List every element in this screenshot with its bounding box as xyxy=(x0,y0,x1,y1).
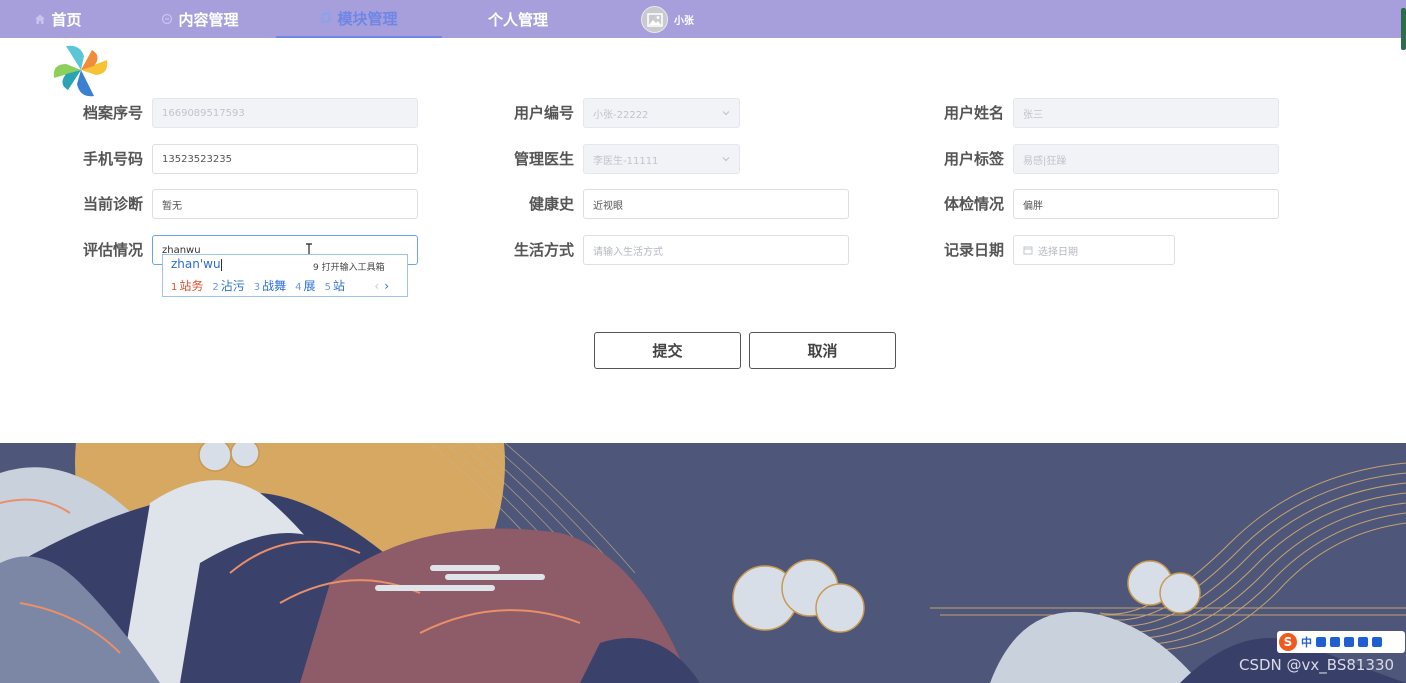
top-nav: 首页 内容管理 模块管理 个人管理 小张 xyxy=(0,0,1406,38)
nav-personal[interactable]: 个人管理 xyxy=(470,0,566,38)
module-icon xyxy=(320,12,332,24)
nav-content[interactable]: 内容管理 xyxy=(140,0,260,38)
physical-exam-input[interactable]: 偏胖 xyxy=(1013,189,1279,219)
ime-mode[interactable]: 中 xyxy=(1301,634,1312,650)
ime-candidate[interactable]: 5站 xyxy=(325,277,345,294)
label-diagnosis: 当前诊断 xyxy=(82,195,143,213)
scrollbar-thumb[interactable] xyxy=(1401,8,1406,50)
lifestyle-placeholder: 请输入生活方式 xyxy=(593,246,663,258)
ime-candidate-popup: zhan'wu 9 打开输入工具箱 1 站务 2 沾污 3 战舞 4展 5站 ‹ › xyxy=(162,254,408,297)
doctor-value: 李医生-11111 xyxy=(593,155,659,167)
record-date-picker[interactable]: 选择日期 xyxy=(1013,235,1175,265)
watermark: CSDN @vx_BS81330 xyxy=(1239,656,1395,674)
archive-no-value: 1669089517593 xyxy=(162,107,245,119)
ime-tool-hint[interactable]: 9 打开输入工具箱 xyxy=(313,260,385,273)
label-archive-no: 档案序号 xyxy=(82,104,143,122)
image-icon xyxy=(646,12,663,27)
ime-candidate[interactable]: 4展 xyxy=(295,277,315,294)
label-assessment: 评估情况 xyxy=(82,241,143,259)
label-phone: 手机号码 xyxy=(82,150,143,168)
calendar-icon xyxy=(1023,246,1033,255)
label-health-history: 健康史 xyxy=(528,195,574,213)
nav-home-label: 首页 xyxy=(51,10,82,29)
ime-candidates: 1 站务 2 沾污 3 战舞 4展 5站 xyxy=(171,277,345,294)
label-physical-exam: 体检情况 xyxy=(943,195,1004,213)
label-user-id: 用户编号 xyxy=(513,104,574,122)
user-id-value: 小张-22222 xyxy=(593,109,649,121)
toolbox-icon[interactable] xyxy=(1372,637,1382,647)
ime-page-arrows[interactable]: ‹ › xyxy=(374,279,389,293)
chevron-down-icon xyxy=(722,111,730,116)
nav-home[interactable]: 首页 xyxy=(28,0,88,38)
label-lifestyle: 生活方式 xyxy=(513,241,574,259)
landscape-illustration xyxy=(0,443,1406,683)
ime-candidate[interactable]: 2 沾污 xyxy=(212,277,244,294)
user-tag-value: 易感|狂躁 xyxy=(1023,155,1067,167)
nav-module[interactable]: 模块管理 xyxy=(276,0,442,38)
ime-pinyin: zhan'wu xyxy=(171,257,222,271)
label-user-name: 用户姓名 xyxy=(943,104,1004,122)
cancel-button[interactable]: 取消 xyxy=(749,332,896,369)
ime-candidate[interactable]: 1 站务 xyxy=(171,277,203,294)
user-id-select: 小张-22222 xyxy=(583,98,740,128)
microphone-icon[interactable] xyxy=(1330,637,1340,647)
nav-content-label: 内容管理 xyxy=(178,10,239,29)
ime-candidate[interactable]: 3 战舞 xyxy=(254,277,286,294)
username: 小张 xyxy=(674,16,694,27)
punctuation-icon[interactable] xyxy=(1316,637,1326,647)
archive-no-field: 1669089517593 xyxy=(152,98,418,128)
avatar[interactable] xyxy=(641,6,668,33)
nav-personal-label: 个人管理 xyxy=(487,10,548,29)
user-menu[interactable]: 小张 xyxy=(641,5,694,34)
health-history-value: 近视眼 xyxy=(593,200,623,212)
chevron-right-icon[interactable]: › xyxy=(384,279,389,293)
sogou-logo[interactable]: S xyxy=(1279,633,1297,651)
ime-toolbar[interactable]: S 中 xyxy=(1277,631,1405,653)
diagnosis-input[interactable]: 暂无 xyxy=(152,189,418,219)
user-tag-field: 易感|狂躁 xyxy=(1013,144,1279,174)
phone-value: 13523523235 xyxy=(162,153,232,165)
ime-pinyin-text: zhan'wu xyxy=(171,257,221,271)
home-icon xyxy=(34,13,46,25)
keyboard-icon[interactable] xyxy=(1344,637,1354,647)
user-name-value: 张三 xyxy=(1023,109,1043,121)
user-name-field: 张三 xyxy=(1013,98,1279,128)
nav-module-label: 模块管理 xyxy=(337,9,398,28)
label-user-tag: 用户标签 xyxy=(943,150,1004,168)
lifestyle-input[interactable]: 请输入生活方式 xyxy=(583,235,849,265)
phone-input[interactable]: 13523523235 xyxy=(152,144,418,174)
content-icon xyxy=(161,13,173,25)
label-record-date: 记录日期 xyxy=(943,241,1004,259)
health-history-input[interactable]: 近视眼 xyxy=(583,189,849,219)
submit-button[interactable]: 提交 xyxy=(594,332,741,369)
diagnosis-value: 暂无 xyxy=(162,200,182,212)
chevron-down-icon xyxy=(722,157,730,162)
record-date-placeholder: 选择日期 xyxy=(1038,246,1078,258)
pinwheel-logo xyxy=(53,45,108,97)
doctor-select: 李医生-11111 xyxy=(583,144,740,174)
label-doctor: 管理医生 xyxy=(513,150,574,168)
chevron-left-icon[interactable]: ‹ xyxy=(374,279,379,293)
physical-exam-value: 偏胖 xyxy=(1023,200,1043,212)
skin-icon[interactable] xyxy=(1358,637,1368,647)
